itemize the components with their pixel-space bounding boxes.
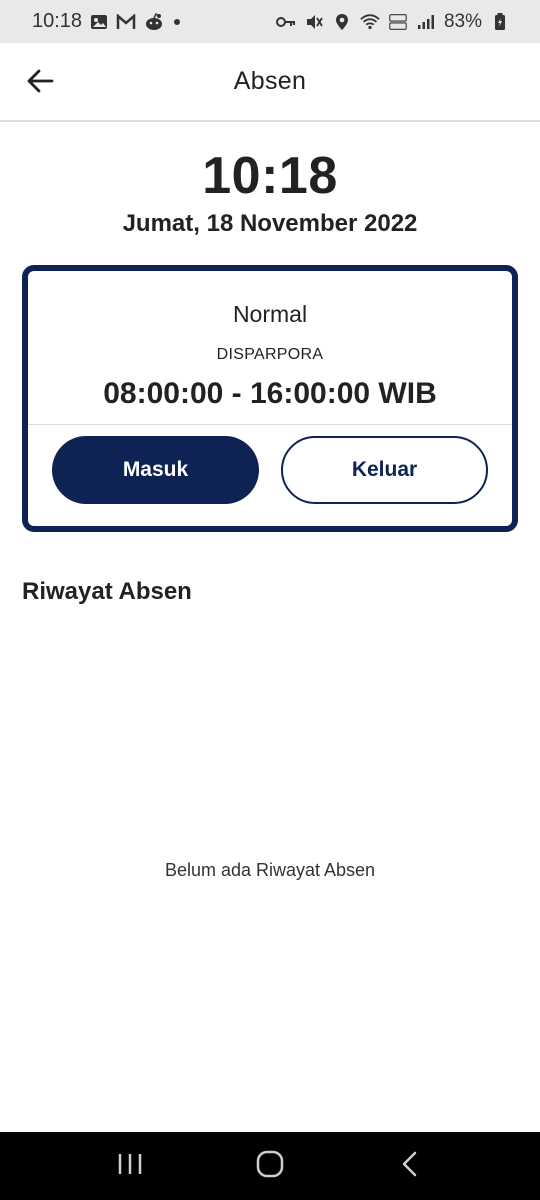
status-bar: 10:18 83%: [0, 0, 540, 43]
gmail-icon: [116, 13, 136, 30]
gallery-icon: [90, 13, 108, 31]
system-nav-bar: [0, 1132, 540, 1200]
location-icon: [332, 12, 352, 32]
home-button[interactable]: [240, 1136, 300, 1196]
status-bar-right: 83%: [275, 10, 510, 33]
wifi-icon: [360, 12, 380, 32]
volte-icon: [388, 12, 408, 32]
check-out-button[interactable]: Keluar: [281, 436, 488, 504]
mute-icon: [304, 12, 324, 32]
status-bar-left: 10:18: [32, 10, 182, 33]
back-icon: [401, 1151, 419, 1182]
organization-name: DISPARPORA: [216, 346, 324, 363]
recent-apps-button[interactable]: [100, 1136, 160, 1196]
recent-apps-icon: [117, 1152, 143, 1181]
vpn-key-icon: [275, 12, 296, 32]
check-in-button[interactable]: Masuk: [52, 436, 259, 504]
battery-icon: [490, 12, 510, 32]
current-date: Jumat, 18 November 2022: [122, 210, 418, 237]
shift-hours: 08:00:00 - 16:00:00 WIB: [103, 377, 437, 410]
card-divider: [28, 424, 512, 425]
shift-type: Normal: [232, 301, 308, 327]
history-empty-message: Belum ada Riwayat Absen: [164, 860, 376, 880]
arrow-left-icon: [26, 69, 54, 98]
reddit-icon: [144, 12, 164, 31]
signal-icon: [416, 12, 436, 32]
shift-card: Normal DISPARPORA 08:00:00 - 16:00:00 WI…: [22, 265, 518, 532]
current-time: 10:18: [202, 147, 338, 205]
home-icon: [256, 1150, 284, 1183]
status-time: 10:18: [32, 10, 83, 32]
nav-back-button[interactable]: [380, 1136, 440, 1196]
dot-icon: [172, 17, 182, 27]
back-button[interactable]: [22, 65, 58, 101]
battery-percent: 83%: [443, 10, 482, 32]
history-section-title: Riwayat Absen: [22, 578, 192, 605]
app-bar: Absen: [0, 43, 540, 122]
page-title: Absen: [233, 67, 307, 95]
